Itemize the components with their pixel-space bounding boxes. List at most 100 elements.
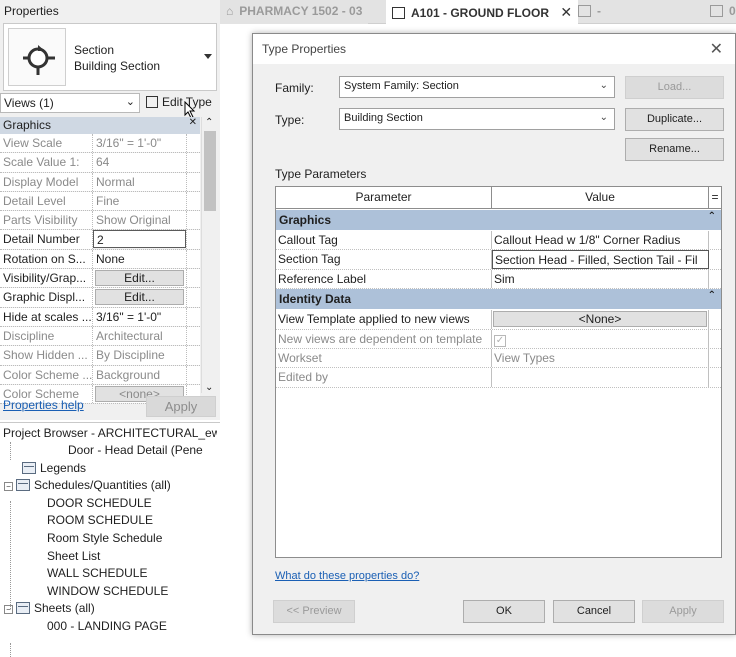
type-name: Section Building Section bbox=[74, 43, 161, 73]
property-row[interactable]: Show Hidden ... By Discipline bbox=[0, 346, 200, 366]
property-row[interactable]: Parts Visibility Show Original bbox=[0, 211, 200, 231]
properties-group-header[interactable]: Graphics ✕ bbox=[0, 117, 200, 134]
property-edit-button[interactable]: Edit... bbox=[93, 269, 186, 288]
floorplan-icon bbox=[392, 7, 405, 19]
scroll-up-icon[interactable]: ⌃ bbox=[205, 117, 213, 128]
properties-help-link[interactable]: What do these properties do? bbox=[275, 570, 419, 582]
property-extra bbox=[186, 230, 200, 249]
ok-button[interactable]: OK bbox=[463, 600, 545, 623]
browser-item[interactable]: Room Style Schedule bbox=[47, 530, 162, 547]
property-value: Fine bbox=[93, 191, 186, 211]
tab-view-3[interactable]: - bbox=[572, 0, 607, 24]
apply-button[interactable]: Apply bbox=[642, 600, 724, 623]
property-row[interactable]: Detail Level Fine bbox=[0, 191, 200, 212]
chevron-down-icon: ⌄ bbox=[599, 112, 608, 123]
property-row[interactable]: Graphic Displ... Edit... bbox=[0, 288, 200, 308]
parameter-group-header[interactable]: Identity Data ⌃ bbox=[276, 289, 721, 310]
property-value[interactable]: 3/16" = 1'-0" bbox=[93, 307, 186, 326]
property-row[interactable]: Detail Number 2 bbox=[0, 230, 200, 250]
property-row[interactable]: Rotation on S... None bbox=[0, 249, 200, 270]
family-select[interactable]: System Family: Section ⌄ bbox=[339, 76, 615, 98]
collapse-icon[interactable]: ⌃ bbox=[708, 211, 716, 222]
parameter-column-header[interactable]: Parameter bbox=[276, 187, 492, 208]
value-button-label[interactable]: <None> bbox=[493, 311, 707, 328]
preview-button[interactable]: << Preview bbox=[273, 600, 355, 623]
property-edit-button[interactable]: Edit... bbox=[93, 288, 186, 307]
collapse-icon[interactable]: ⌃ bbox=[708, 290, 716, 301]
collapse-toggle-icon[interactable]: − bbox=[4, 482, 13, 492]
duplicate-button[interactable]: Duplicate... bbox=[625, 108, 724, 131]
property-value: Show Original bbox=[93, 211, 186, 230]
apply-button[interactable]: Apply bbox=[146, 396, 216, 417]
parameter-row[interactable]: Section Tag Section Head - Filled, Sectio… bbox=[276, 250, 721, 270]
dialog-title: Type Properties bbox=[262, 42, 347, 56]
property-extra bbox=[186, 365, 200, 384]
parameter-name: New views are dependent on template bbox=[276, 329, 492, 348]
formula-cell bbox=[709, 349, 721, 367]
tab-view-4[interactable]: 0 bbox=[704, 0, 736, 24]
property-row[interactable]: Discipline Architectural bbox=[0, 326, 200, 347]
property-value: Architectural bbox=[93, 326, 186, 346]
parameter-row[interactable]: Callout Tag Callout Head w 1/8" Corner Ra… bbox=[276, 231, 721, 251]
chevron-down-icon[interactable] bbox=[204, 54, 212, 59]
property-extra bbox=[186, 191, 200, 211]
type-selector[interactable]: Section Building Section bbox=[3, 23, 217, 91]
browser-item-label: WINDOW SCHEDULE bbox=[47, 583, 169, 598]
browser-item[interactable]: Door - Head Detail (Pene bbox=[68, 442, 203, 459]
properties-scrollbar[interactable]: ⌃ ⌄ bbox=[201, 117, 217, 393]
browser-item[interactable]: WINDOW SCHEDULE bbox=[47, 583, 168, 600]
parameter-row[interactable]: View Template applied to new views <None> bbox=[276, 310, 721, 330]
property-value[interactable]: None bbox=[93, 249, 186, 269]
scroll-thumb[interactable] bbox=[204, 131, 216, 211]
browser-item[interactable]: DOOR SCHEDULE bbox=[47, 495, 152, 512]
value-column-header[interactable]: Value bbox=[492, 187, 709, 208]
edit-button-label[interactable]: Edit... bbox=[95, 270, 184, 287]
edit-type-button[interactable]: Edit Type bbox=[144, 93, 220, 119]
browser-item[interactable]: Sheet List bbox=[47, 548, 100, 565]
parameter-row[interactable]: Workset View Types bbox=[276, 349, 721, 369]
chevron-down-icon: ⌄ bbox=[599, 80, 608, 91]
load-button[interactable]: Load... bbox=[625, 76, 724, 99]
parameter-value[interactable]: Section Head - Filled, Section Tail - Fi… bbox=[492, 250, 709, 269]
property-row[interactable]: Color Scheme ... Background bbox=[0, 365, 200, 385]
property-row[interactable]: Visibility/Grap... Edit... bbox=[0, 269, 200, 289]
edit-button-label[interactable]: Edit... bbox=[95, 289, 184, 306]
browser-item[interactable]: Legends bbox=[22, 460, 86, 477]
tab-ground-floor[interactable]: A101 - GROUND FLOOR ✕ bbox=[386, 0, 579, 24]
collapse-toggle-icon[interactable]: − bbox=[4, 605, 13, 615]
property-name: Detail Number bbox=[0, 230, 93, 249]
formula-column-header[interactable]: = bbox=[709, 187, 721, 208]
browser-item[interactable]: WALL SCHEDULE bbox=[47, 565, 147, 582]
type-select[interactable]: Building Section ⌄ bbox=[339, 108, 615, 130]
property-row[interactable]: Scale Value 1: 64 bbox=[0, 153, 200, 173]
parameter-name: Callout Tag bbox=[276, 231, 492, 250]
browser-item[interactable]: ROOM SCHEDULE bbox=[47, 512, 153, 529]
property-value[interactable]: 2 bbox=[93, 230, 186, 249]
parameter-value-button[interactable]: <None> bbox=[492, 310, 709, 329]
browser-item[interactable]: 000 - LANDING PAGE bbox=[47, 618, 167, 635]
browser-item-label: Door - Head Detail (Pene bbox=[68, 443, 203, 457]
property-extra bbox=[186, 269, 200, 288]
close-icon[interactable]: ✕ bbox=[560, 4, 572, 20]
parameter-row[interactable]: Reference Label Sim bbox=[276, 269, 721, 290]
close-icon[interactable]: ✕ bbox=[710, 39, 723, 59]
property-row[interactable]: Display Model Normal bbox=[0, 172, 200, 192]
parameter-value[interactable]: Callout Head w 1/8" Corner Radius bbox=[492, 231, 709, 250]
browser-item[interactable]: − Sheets (all) bbox=[4, 600, 95, 617]
instance-filter-select[interactable]: Views (1) ⌄ bbox=[0, 93, 140, 113]
rename-button[interactable]: Rename... bbox=[625, 138, 724, 161]
properties-help-link[interactable]: Properties help bbox=[3, 398, 84, 412]
collapse-icon[interactable]: ✕ bbox=[189, 117, 197, 128]
parameter-row[interactable]: New views are dependent on template ✓ bbox=[276, 329, 721, 349]
scroll-down-icon[interactable]: ⌄ bbox=[205, 382, 213, 393]
tab-pharmacy[interactable]: ⌂ PHARMACY 1502 - 03 bbox=[220, 0, 369, 24]
parameter-group-header[interactable]: Graphics ⌃ bbox=[276, 210, 721, 230]
property-name: Parts Visibility bbox=[0, 211, 93, 230]
property-row[interactable]: Hide at scales ... 3/16" = 1'-0" bbox=[0, 307, 200, 327]
parameter-row[interactable]: Edited by bbox=[276, 368, 721, 388]
parameter-value[interactable]: Sim bbox=[492, 269, 709, 289]
property-row[interactable]: View Scale 3/16" = 1'-0" bbox=[0, 134, 200, 154]
schedule-icon bbox=[16, 602, 30, 615]
browser-item[interactable]: − Schedules/Quantities (all) bbox=[4, 477, 171, 494]
cancel-button[interactable]: Cancel bbox=[553, 600, 635, 623]
